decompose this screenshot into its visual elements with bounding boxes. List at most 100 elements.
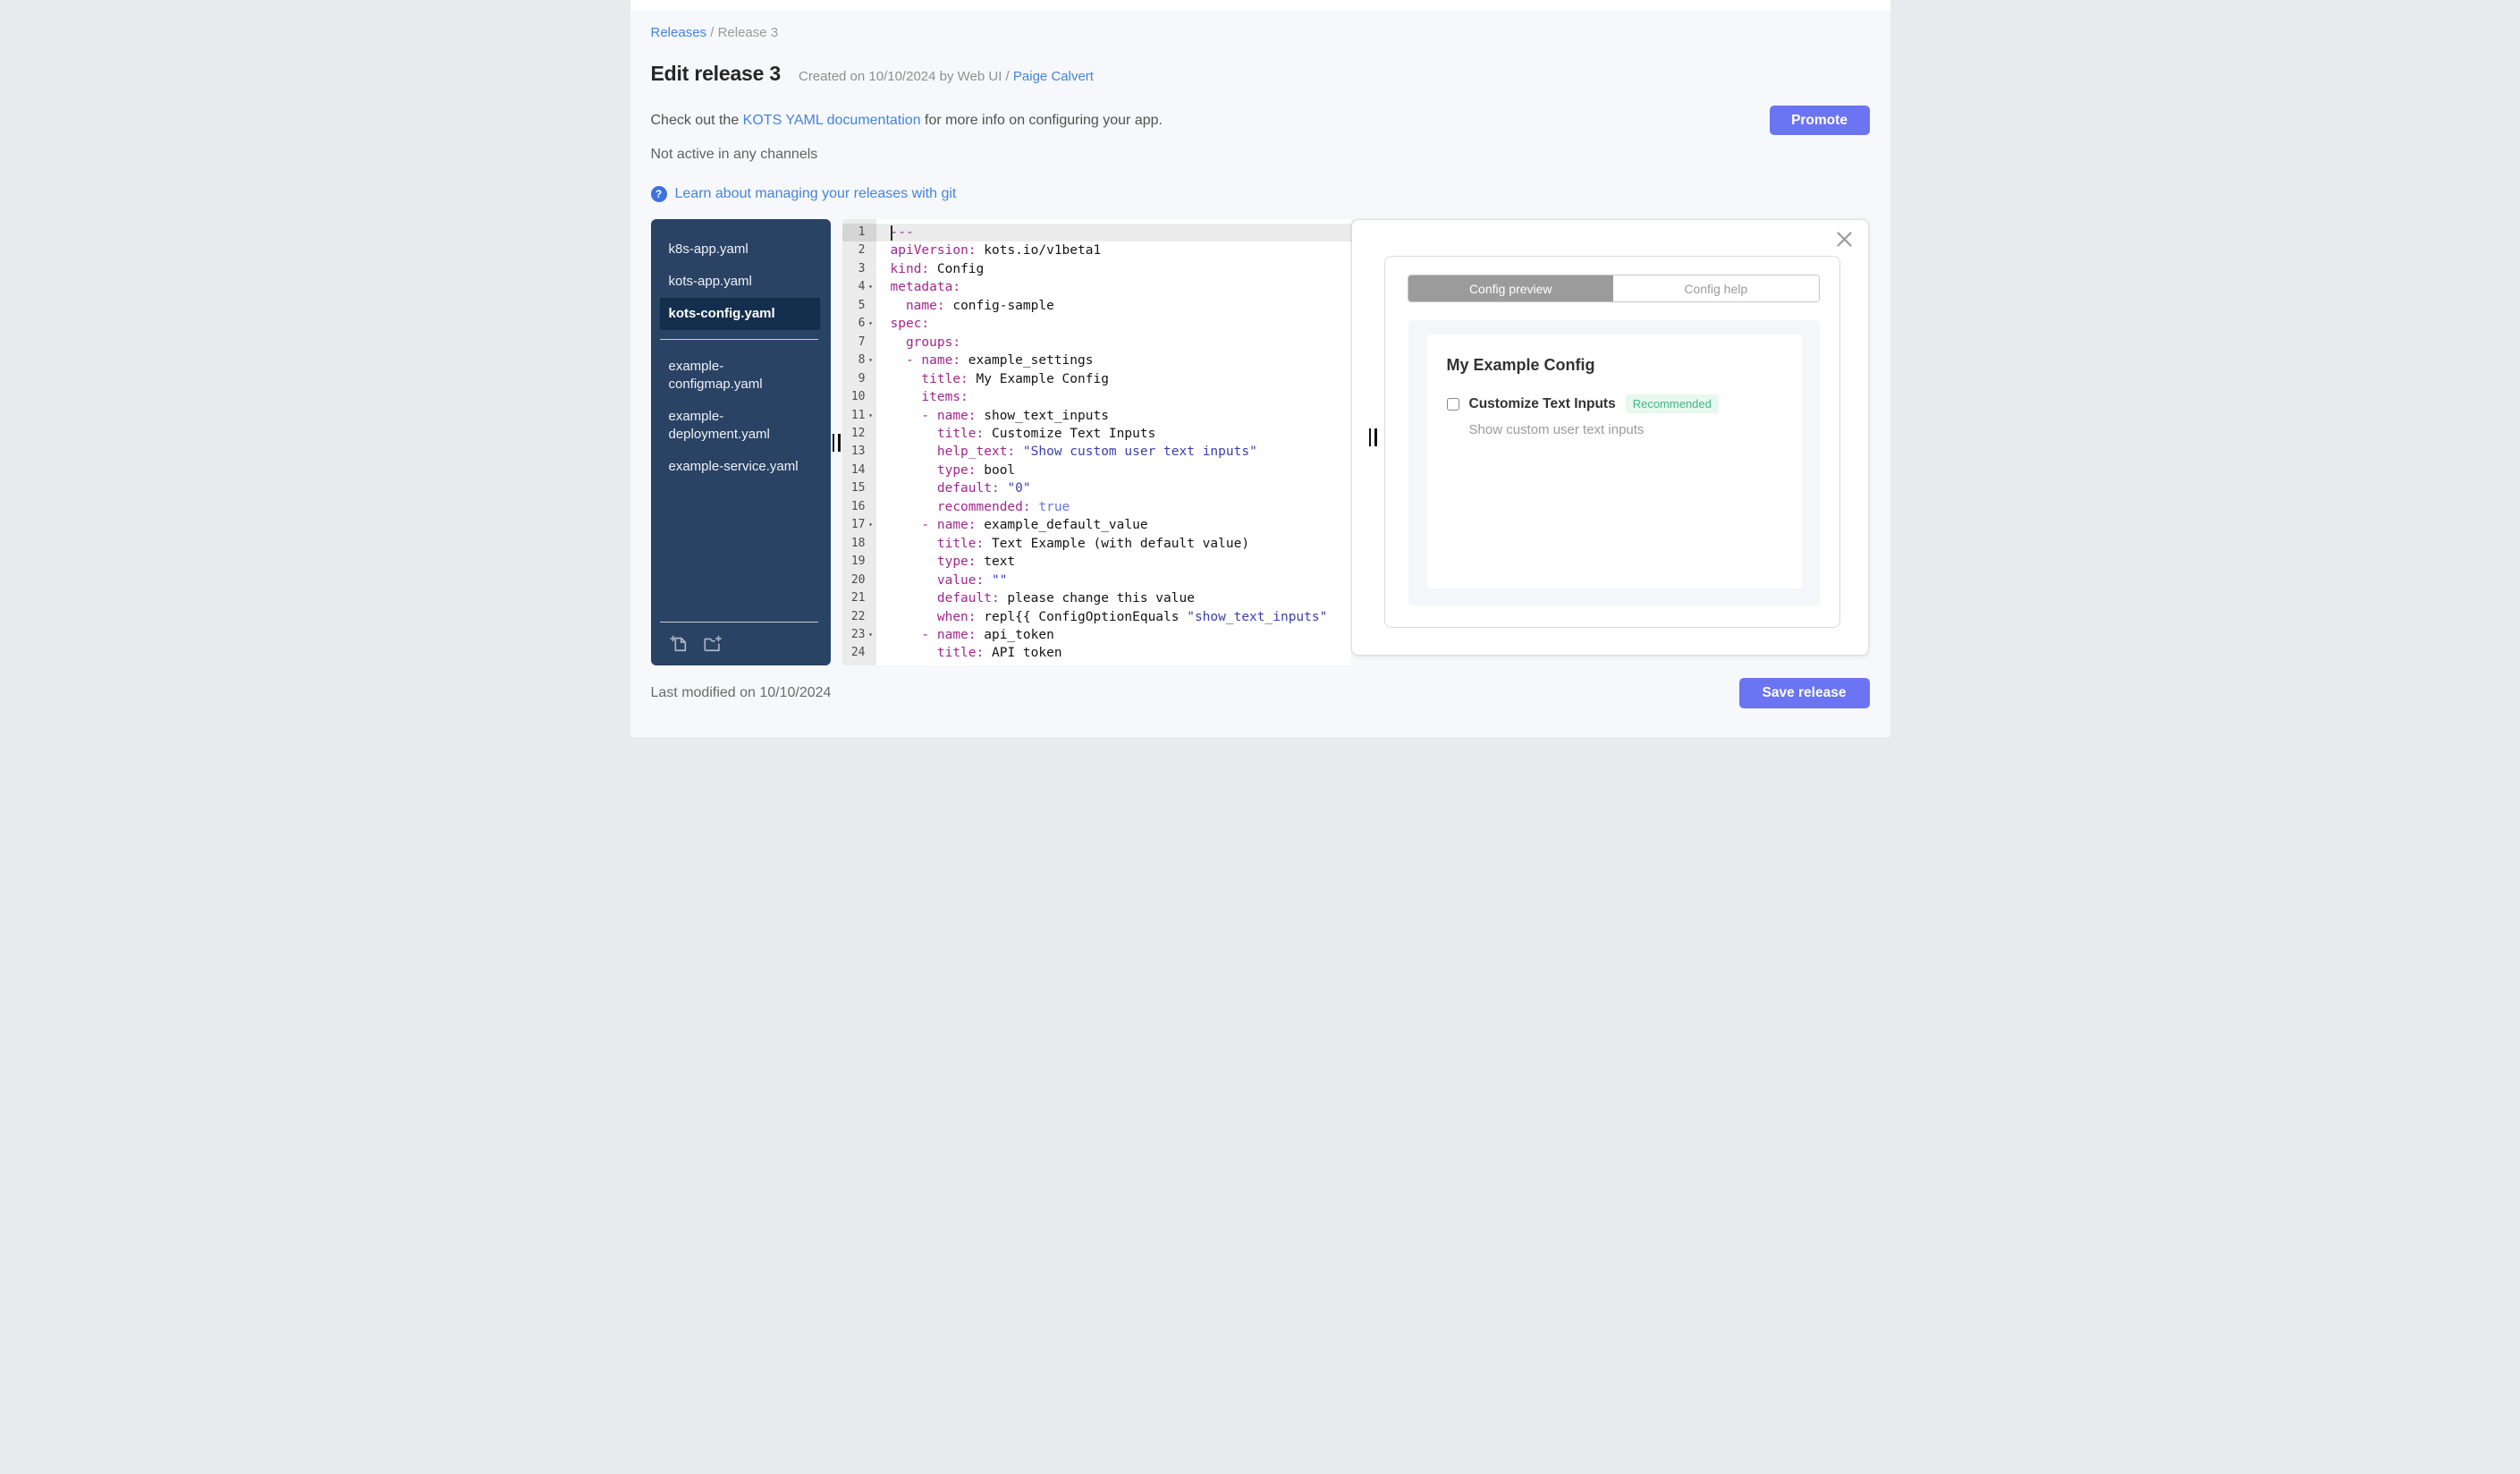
line-number: 21 xyxy=(850,591,866,606)
add-folder-icon[interactable] xyxy=(703,633,723,653)
code-line[interactable]: 14 type: bool xyxy=(842,462,1351,479)
code-line[interactable]: 6 ▾ spec: xyxy=(842,315,1351,333)
line-number: 24 xyxy=(850,646,866,660)
code-line-content: recommended: true xyxy=(936,499,1070,514)
line-number: 23 ▾ xyxy=(842,626,876,644)
file-tree-item[interactable]: example-deployment.yaml xyxy=(660,401,820,451)
file-tree-item[interactable]: kots-config.yaml xyxy=(659,298,820,330)
code-line[interactable]: 25type: password xyxy=(842,663,1351,665)
config-preview-panel: Config preview Config help My Example Con… xyxy=(1350,219,1869,656)
code-line-content: title: My Example Config xyxy=(921,371,1109,386)
code-line-content: items: xyxy=(921,390,968,405)
fold-arrow-icon[interactable]: ▾ xyxy=(866,315,876,333)
line-number: 10 xyxy=(850,390,866,404)
release-editor-page: Promote Releases / Release 3 Edit releas… xyxy=(630,0,1890,737)
code-line[interactable]: 3 kind: Config xyxy=(842,260,1351,278)
breadcrumb-separator: / xyxy=(710,25,715,40)
save-release-button[interactable]: Save release xyxy=(1738,678,1870,708)
intro-after: for more info on configuring your app. xyxy=(920,113,1163,128)
breadcrumb-current: Release 3 xyxy=(717,25,779,40)
code-line[interactable]: 21 default: please change this value xyxy=(842,589,1351,607)
code-line[interactable]: 22 when: repl{{ ConfigOptionEquals "show_… xyxy=(842,608,1351,626)
code-line[interactable]: 1 --- xyxy=(841,224,1351,242)
fold-arrow-icon[interactable]: ▾ xyxy=(866,352,876,369)
created-text: Created on 10/10/2024 by Web UI / xyxy=(799,69,1010,84)
tab-config-preview[interactable]: Config preview xyxy=(1408,275,1613,301)
kots-yaml-doc-link[interactable]: KOTS YAML documentation xyxy=(743,113,921,128)
code-line[interactable]: 24 title: API token xyxy=(842,644,1351,662)
code-line[interactable]: 17 ▾ - name: example_default_value xyxy=(842,516,1351,534)
git-help-row: ? Learn about managing your releases wit… xyxy=(650,186,1870,202)
breadcrumb-releases-link[interactable]: Releases xyxy=(651,25,707,40)
preview-tabs: Config preview Config help xyxy=(1407,275,1820,302)
tab-config-help[interactable]: Config help xyxy=(1613,275,1819,301)
code-line-content: title: Customize Text Inputs xyxy=(936,426,1156,441)
author-link[interactable]: Paige Calvert xyxy=(1013,69,1094,84)
line-number: 15 xyxy=(850,481,866,496)
code-line[interactable]: 4 ▾ metadata: xyxy=(842,278,1351,296)
code-line[interactable]: 23 ▾ - name: api_token xyxy=(842,626,1351,644)
config-item-row: Customize Text Inputs Recommended xyxy=(1446,394,1802,413)
code-line[interactable]: 8 ▾ - name: example_settings xyxy=(842,352,1351,369)
code-line[interactable]: 20 value: "" xyxy=(842,572,1351,589)
code-line-content: title: API token xyxy=(936,646,1062,661)
code-line-content: metadata: xyxy=(890,280,961,295)
code-line[interactable]: 16 recommended: true xyxy=(842,498,1351,516)
file-list: k8s-app.yaml kots-app.yaml kots-config.yam… xyxy=(651,219,831,483)
fold-arrow-icon[interactable]: ▾ xyxy=(866,407,876,425)
code-line-content: - name: example_default_value xyxy=(921,518,1148,533)
line-number: 1 xyxy=(841,224,876,242)
question-mark-icon[interactable]: ? xyxy=(650,186,667,202)
git-help-link[interactable]: Learn about managing your releases with … xyxy=(675,186,957,202)
fold-arrow-icon[interactable]: ▾ xyxy=(866,278,876,296)
code-line[interactable]: 15 default: "0" xyxy=(842,479,1351,497)
promote-button[interactable]: Promote xyxy=(1769,106,1870,135)
code-line-content: - name: api_token xyxy=(921,627,1054,642)
recommended-badge: Recommended xyxy=(1625,394,1719,413)
yaml-editor[interactable]: 1 --- 2 apiVersion: kots.io/v1beta1 3 kind: C… xyxy=(841,219,1351,665)
line-number: 20 xyxy=(850,572,866,587)
file-tree-item[interactable]: example-configmap.yaml xyxy=(660,351,820,401)
config-group-title: My Example Config xyxy=(1446,356,1595,374)
fold-arrow-icon[interactable]: ▾ xyxy=(866,516,876,534)
line-number: 12 xyxy=(850,426,866,440)
sidebar-resize-handle[interactable] xyxy=(832,433,841,452)
created-info: Created on 10/10/2024 by Web UI / Paige … xyxy=(799,69,1094,84)
config-item-label: Customize Text Inputs xyxy=(1468,395,1616,411)
code-line[interactable]: 2 apiVersion: kots.io/v1beta1 xyxy=(842,241,1351,259)
add-file-icon[interactable] xyxy=(669,633,689,653)
code-line[interactable]: 5 name: config-sample xyxy=(842,297,1351,315)
sidebar-actions xyxy=(651,633,831,653)
sidebar-footer xyxy=(651,613,831,665)
code-line[interactable]: 19 type: text xyxy=(842,553,1351,571)
close-icon[interactable] xyxy=(1836,232,1852,247)
code-line[interactable]: 18 title: Text Example (with default valu… xyxy=(842,535,1351,553)
line-number: 4 ▾ xyxy=(842,278,876,296)
line-number: 11 ▾ xyxy=(842,407,876,425)
intro-before: Check out the xyxy=(650,113,743,128)
code-line-content: when: repl{{ ConfigOptionEquals "show_te… xyxy=(936,609,1328,624)
file-tree-item[interactable]: kots-app.yaml xyxy=(660,266,820,298)
fold-arrow-icon[interactable]: ▾ xyxy=(866,626,876,644)
code-line-content: - name: example_settings xyxy=(905,353,1094,368)
code-line[interactable]: 10 items: xyxy=(842,388,1351,406)
panel-resize-handle[interactable] xyxy=(1368,428,1377,446)
code-line[interactable]: 11 ▾ - name: show_text_inputs xyxy=(842,407,1351,425)
line-number: 25 xyxy=(842,663,876,665)
code-line-content: type: password xyxy=(876,663,1046,665)
code-line-content: type: bool xyxy=(936,462,1016,478)
file-tree-item[interactable]: example-service.yaml xyxy=(660,451,820,483)
code-line[interactable]: 12 title: Customize Text Inputs xyxy=(842,425,1351,443)
line-number: 5 xyxy=(858,298,866,312)
file-tree-item[interactable]: k8s-app.yaml xyxy=(660,233,820,266)
code-line-content: apiVersion: kots.io/v1beta1 xyxy=(890,243,1102,258)
code-line[interactable]: 9 title: My Example Config xyxy=(842,370,1351,388)
page-title: Edit release 3 xyxy=(650,62,782,85)
code-line-content: --- xyxy=(890,224,914,241)
code-line-content: default: "0" xyxy=(936,481,1031,496)
code-line[interactable]: 7 groups: xyxy=(842,334,1351,352)
code-line[interactable]: 13 help_text: "Show custom user text inpu… xyxy=(842,443,1351,461)
config-checkbox[interactable] xyxy=(1446,397,1459,411)
line-number: 19 xyxy=(850,555,866,569)
